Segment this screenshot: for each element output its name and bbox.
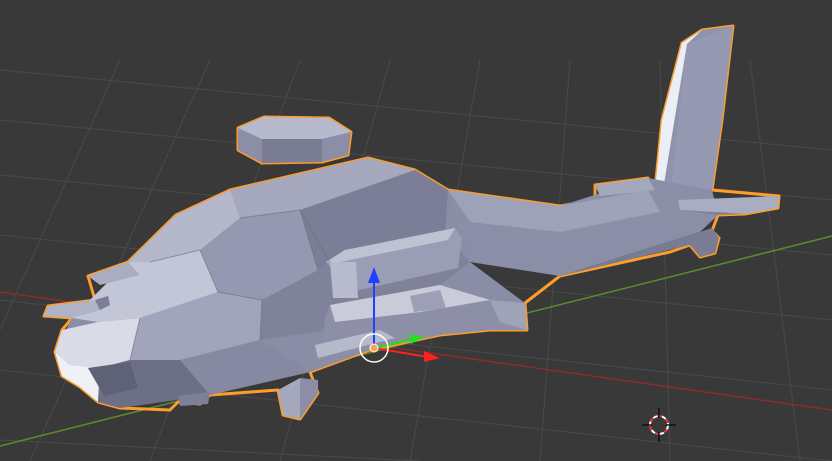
3d-cursor-icon[interactable] bbox=[642, 408, 676, 442]
viewport-canvas[interactable] bbox=[0, 0, 832, 461]
3d-viewport[interactable] bbox=[0, 0, 832, 461]
object-origin-icon bbox=[369, 343, 379, 353]
